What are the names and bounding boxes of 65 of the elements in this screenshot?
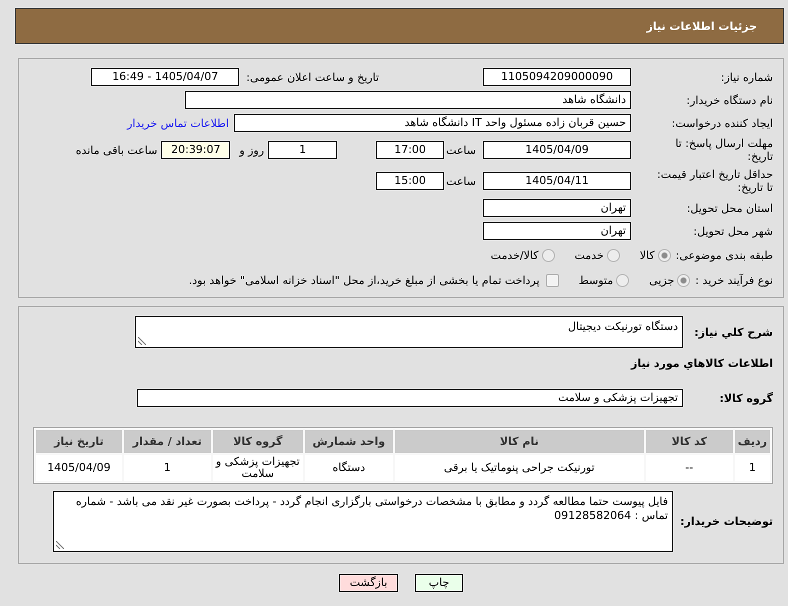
validity-date-field[interactable]: 1405/04/11 — [483, 172, 631, 190]
validity-time-label: ساعت — [446, 174, 476, 188]
response-deadline-label: مهلت ارسال پاسخ: تا تاریخ: — [674, 137, 773, 163]
deadline-time-field[interactable]: 17:00 — [376, 141, 444, 159]
item-group-field[interactable]: تجهیزات پزشکی و سلامت — [137, 389, 683, 407]
buyer-notes-field[interactable]: فایل پیوست حتما مطالعه گردد و مطابق با مشخصات درخواستی بارگزاری انجام گردد - پرداخت بصورت غیر نقد می باشد - شماره تماس : 09128582064 — [53, 491, 673, 552]
column-header: تاریخ نیاز — [36, 430, 122, 453]
buyer-org-label: نام دستگاه خریدار: — [685, 94, 773, 106]
announce-datetime-label: تاریخ و ساعت اعلان عمومی: — [246, 70, 379, 84]
column-header: واحد شمارش — [304, 430, 393, 453]
need-description-field[interactable]: دستگاه تورنیکت دیجیتال — [135, 316, 683, 348]
buyer-contact-link[interactable]: اطلاعات تماس خریدار — [127, 116, 229, 130]
page-title: جزئیات اطلاعات نیاز — [646, 20, 757, 32]
table-cell: -- — [646, 455, 733, 481]
price-validity-label: حداقل تاریخ اعتبار قیمت: تا تاریخ: — [656, 168, 773, 194]
days-left-label: روز و — [239, 144, 264, 156]
radio-label: کالا/خدمت — [490, 248, 538, 262]
time-left-field[interactable]: 20:39:07 — [161, 141, 230, 159]
radio-button[interactable] — [542, 248, 554, 262]
buyer-notes-label: توضیحات خریدار: — [679, 515, 773, 528]
table-cell: 1405/04/09 — [36, 455, 122, 481]
delivery-province-field[interactable]: تهران — [483, 199, 631, 217]
radio-button[interactable] — [658, 248, 671, 262]
table-cell: 1 — [734, 455, 770, 481]
table-cell: دستگاه — [304, 455, 393, 481]
column-header: کد کالا — [646, 430, 733, 453]
days-left-field[interactable]: 1 — [268, 141, 338, 159]
subject-category-label: طبقه بندی موضوعی: — [676, 248, 773, 262]
announce-datetime-field[interactable]: 1405/04/07 - 16:49 — [91, 68, 240, 86]
items-heading: اطلاعات كالاهاي مورد نياز — [630, 357, 773, 370]
need-number-label: شماره نیاز: — [720, 70, 773, 84]
buyer-org-field[interactable]: دانشگاه شاهد — [185, 91, 631, 109]
validity-time-field[interactable]: 15:00 — [376, 172, 444, 190]
radio-button[interactable] — [606, 248, 620, 262]
requester-label: ایجاد کننده درخواست: — [670, 116, 773, 130]
requester-field[interactable]: حسین قربان زاده مسئول واحد IT دانشگاه شاهد — [234, 114, 631, 132]
table-cell: تجهیزات پزشکی و سلامت — [212, 455, 303, 481]
print-button[interactable]: چاپ — [415, 574, 463, 592]
radio-label: متوسط — [578, 274, 614, 286]
radio-label: خدمت — [574, 248, 604, 262]
delivery-province-label: استان محل تحویل: — [686, 202, 773, 214]
radio-button[interactable] — [616, 274, 630, 286]
need-number-field[interactable]: 1105094209000090 — [483, 68, 631, 86]
table-cell: 1 — [124, 455, 211, 481]
resize-grip-icon[interactable] — [56, 541, 64, 549]
column-header: ردیف — [734, 430, 770, 453]
column-header: تعداد / مقدار — [124, 430, 211, 453]
deadline-time-label: ساعت — [446, 144, 476, 156]
delivery-city-field[interactable]: تهران — [483, 222, 631, 240]
radio-button[interactable] — [677, 274, 690, 286]
need-description-label: شرح کلي نياز: — [693, 326, 773, 338]
radio-label: جزیی — [649, 274, 674, 286]
purchase-process-label: نوع فرآیند خرید : — [695, 274, 773, 286]
column-header: نام کالا — [394, 430, 644, 453]
radio-label: کالا — [640, 248, 655, 262]
delivery-city-label: شهر محل تحویل: — [692, 224, 773, 238]
table-cell: تورنیکت جراحی پنوماتیک یا برقی — [394, 455, 644, 481]
column-header: گروه کالا — [212, 430, 303, 453]
item-group-label: گروه کالا: — [718, 392, 773, 404]
time-left-label: ساعت باقی مانده — [76, 144, 158, 156]
deadline-date-field[interactable]: 1405/04/09 — [483, 141, 631, 159]
back-button[interactable]: بازگشت — [339, 574, 398, 592]
resize-grip-icon[interactable] — [138, 337, 146, 345]
treasury-payment-label: پرداخت تمام یا بخشی از مبلغ خرید،از محل "اسناد خزانه اسلامی" خواهد بود. — [188, 274, 540, 286]
checkbox[interactable] — [546, 274, 559, 286]
